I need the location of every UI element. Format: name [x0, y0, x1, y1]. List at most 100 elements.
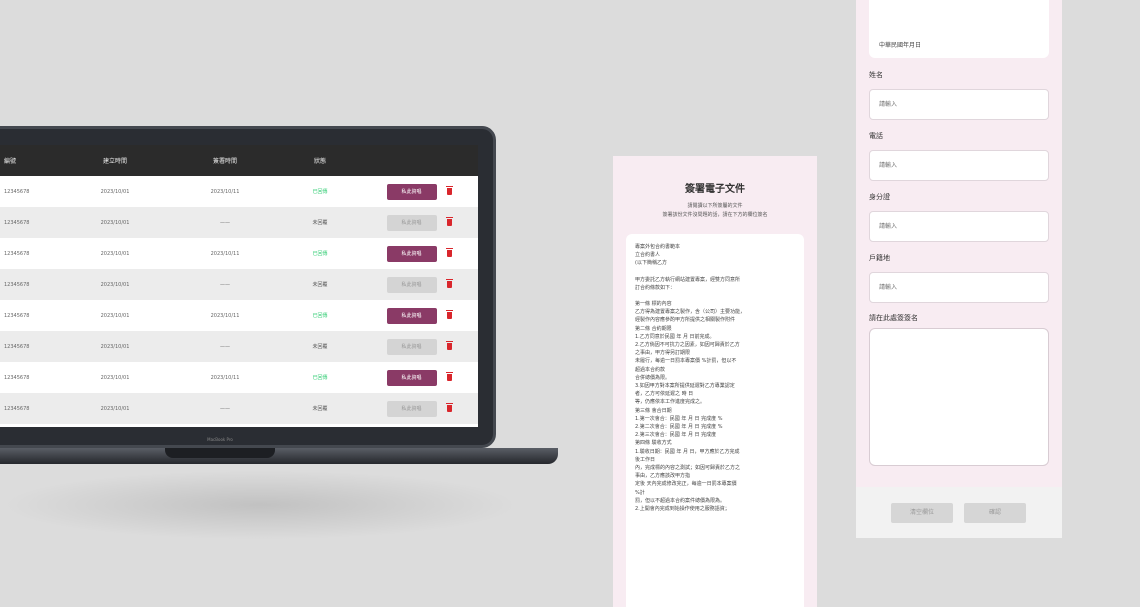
- name-label: 姓名: [869, 71, 883, 79]
- document-line: 第一條 標的內容: [635, 301, 672, 308]
- cell-id: 12345678: [4, 250, 30, 257]
- form-date-line: 中華民國年月日: [879, 42, 922, 49]
- status-text: 已回傳: [312, 313, 328, 319]
- header-actions: [360, 145, 478, 176]
- cell-id: 12345678: [4, 312, 30, 319]
- cell-id: 12345678: [4, 405, 30, 412]
- document-line: 乙方得為建置專案之製作，含（公司）主要功能，: [635, 309, 746, 316]
- form-document-tail-card: 中華民國年月日: [869, 0, 1049, 58]
- table-row: 12345678 2023/10/01 2023/10/11 已回傳 私此資唱: [0, 362, 478, 393]
- status-text: 未回覆: [312, 344, 328, 350]
- cell-created: 2023/10/01: [100, 343, 130, 350]
- cell-created: 2023/10/01: [100, 312, 130, 319]
- status-text: 未回覆: [312, 220, 328, 226]
- document-subtitle-line-1: 請閱讀以下所簽屬的文件: [687, 203, 743, 209]
- cell-id: 12345678: [4, 219, 30, 226]
- row-action-button[interactable]: 私此資唱: [386, 245, 437, 262]
- cell-signed: 2023/10/11: [210, 188, 240, 195]
- cell-actions: 私此資唱: [360, 176, 478, 207]
- document-line: 2.乙方倘因不可抗力之因素，如因可歸責於乙方: [635, 342, 740, 349]
- document-content-card[interactable]: 專案外包合約書範本 立合約書人 (以下簡稱乙方 甲方委託乙方執行網站建置專案，經雙方同…: [626, 234, 804, 607]
- row-action-button[interactable]: 私此資唱: [386, 307, 437, 324]
- cell-created: 2023/10/01: [100, 250, 130, 257]
- laptop-mockup: 編號 建立時間 簽署時間 狀態 12345678 2023/10/01 2023/1…: [0, 0, 560, 607]
- cell-actions: 私此資唱: [360, 238, 478, 269]
- cell-signed: 2023/10/11: [210, 374, 240, 381]
- trash-icon[interactable]: [445, 185, 453, 195]
- document-line: 之事由，甲方得另訂期限: [635, 350, 691, 357]
- document-line: 罰，但以不超過本合約案件總價為限為。: [635, 497, 726, 504]
- table-row: 12345678 2023/10/01 2023/10/11 已回傳 私此資唱: [0, 300, 478, 331]
- status-text: 已回傳: [312, 189, 328, 195]
- cell-signed: ——: [220, 281, 230, 288]
- document-line: 1.乙方同意於民國 年 月 日前完成。: [635, 333, 715, 340]
- trash-icon[interactable]: [445, 216, 453, 226]
- header-status: 狀態: [313, 158, 326, 165]
- document-line: 1.第一次會合：民國 年 月 日 完成度 %: [635, 415, 723, 422]
- cell-signed: 2023/10/11: [210, 312, 240, 319]
- document-paragraph-gap: [635, 268, 795, 276]
- document-panel: 簽署電子文件 請閱讀以下所簽屬的文件 簽署該份文件沒問題的話，請在下方的欄位簽名…: [613, 156, 817, 607]
- form-footer: 清空欄位 確認: [856, 487, 1062, 538]
- cell-signed: ——: [220, 219, 230, 226]
- trash-icon[interactable]: [445, 247, 453, 257]
- table-row: 12345678 2023/10/01 2023/10/11 已回傳 私此資唱: [0, 238, 478, 269]
- document-line: 第四條 驗收方式: [635, 440, 672, 447]
- document-line: 訂合約條款如下：: [635, 284, 676, 291]
- cell-id: 12345678: [4, 281, 30, 288]
- id-number-input[interactable]: [869, 211, 1049, 242]
- laptop-screen: 編號 建立時間 簽署時間 狀態 12345678 2023/10/01 2023/1…: [0, 145, 478, 427]
- row-action-button[interactable]: 私此資唱: [386, 214, 437, 231]
- document-line: 2.第三次會合：民國 年 月 日 完成度: [635, 432, 717, 439]
- records-table: 編號 建立時間 簽署時間 狀態 12345678 2023/10/01 2023/1…: [0, 145, 478, 424]
- signature-pad[interactable]: [869, 328, 1049, 466]
- document-line: 定後 天內完成修改完正，每逾一日罰本專案價: [635, 481, 737, 488]
- document-line: 合併總價為限。: [635, 374, 671, 381]
- cell-actions: 私此資唱: [360, 207, 478, 238]
- confirm-button[interactable]: 確認: [964, 503, 1026, 523]
- document-line: 事由，乙方應該改甲方指: [635, 473, 691, 480]
- phone-label: 電話: [869, 132, 883, 140]
- cell-created: 2023/10/01: [100, 219, 130, 226]
- laptop-notch: [165, 448, 275, 458]
- trash-icon[interactable]: [445, 278, 453, 288]
- id-number-label: 身分證: [869, 193, 890, 201]
- laptop-shadow: [0, 470, 520, 540]
- row-action-button[interactable]: 私此資唱: [386, 338, 437, 355]
- name-input[interactable]: [869, 89, 1049, 120]
- row-action-button[interactable]: 私此資唱: [386, 369, 437, 386]
- document-subtitle: 請閱讀以下所簽屬的文件 簽署該份文件沒問題的話，請在下方的欄位簽名: [613, 202, 817, 220]
- laptop-base: [0, 448, 558, 464]
- cell-created: 2023/10/01: [100, 188, 130, 195]
- trash-icon[interactable]: [445, 402, 453, 412]
- document-title: 簽署電子文件: [685, 184, 745, 195]
- document-line: 第二條 合約期限: [635, 325, 672, 332]
- cell-status: 未回覆: [280, 331, 360, 362]
- cell-actions: 私此資唱: [360, 362, 478, 393]
- row-action-button[interactable]: 私此資唱: [386, 276, 437, 293]
- document-line: 3.如因甲方對本案所提供延遲對乙方專業認定: [635, 383, 735, 390]
- row-action-button[interactable]: 私此資唱: [386, 400, 437, 417]
- document-line: (以下簡稱乙方: [635, 260, 667, 267]
- signing-form-panel: 中華民國年月日 姓名 電話 身分證 戶籍地 請在此處簽簽名 清空欄位 確認: [856, 0, 1062, 538]
- phone-input[interactable]: [869, 150, 1049, 181]
- cell-id: 12345678: [4, 188, 30, 195]
- cell-created: 2023/10/01: [100, 281, 130, 288]
- header-signed: 簽署時間: [212, 158, 237, 165]
- document-line: 2.上開會內完成到始操作使用之服務語資；: [635, 506, 730, 513]
- trash-icon[interactable]: [445, 371, 453, 381]
- trash-icon[interactable]: [445, 340, 453, 350]
- cell-created: 2023/10/01: [100, 405, 130, 412]
- status-text: 已回傳: [312, 375, 328, 381]
- document-line: 1.驗收日期：民國 年 月 日，甲方應於乙方完成: [635, 448, 740, 455]
- row-action-button[interactable]: 私此資唱: [386, 183, 437, 200]
- clear-fields-button[interactable]: 清空欄位: [891, 503, 953, 523]
- cell-actions: 私此資唱: [360, 300, 478, 331]
- table-row: 12345678 2023/10/01 2023/10/11 已回傳 私此資唱: [0, 176, 478, 207]
- address-input[interactable]: [869, 272, 1049, 303]
- document-line: 經製作內容應參酌甲方所提供之相關製作附件: [635, 317, 736, 324]
- trash-icon[interactable]: [445, 309, 453, 319]
- cell-signed: 2023/10/11: [210, 250, 240, 257]
- cell-id: 12345678: [4, 343, 30, 350]
- table-row: 12345678 2023/10/01 —— 未回覆 私此資唱: [0, 269, 478, 300]
